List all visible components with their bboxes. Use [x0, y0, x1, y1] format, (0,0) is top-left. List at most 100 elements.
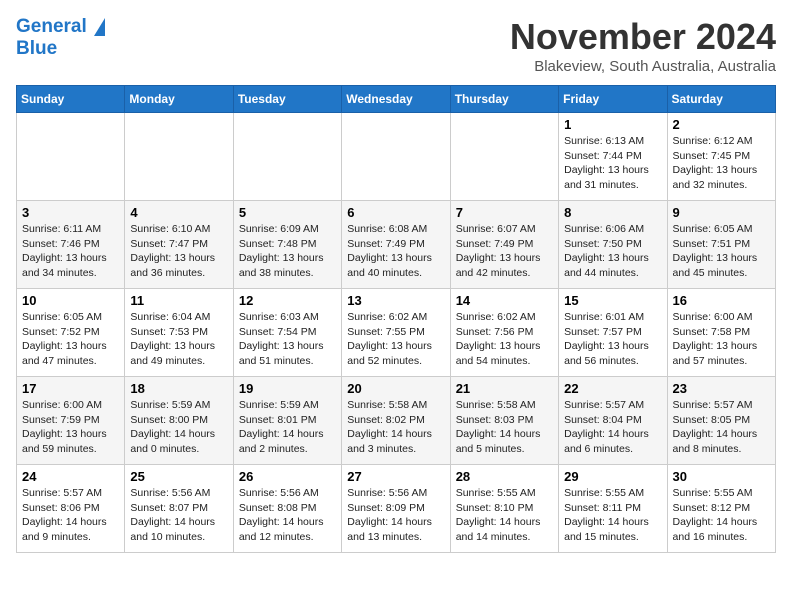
day-info: Sunrise: 5:58 AMSunset: 8:03 PMDaylight:… [456, 398, 553, 457]
day-number: 24 [22, 469, 119, 484]
calendar-cell: 11Sunrise: 6:04 AMSunset: 7:53 PMDayligh… [125, 289, 233, 377]
calendar-cell: 19Sunrise: 5:59 AMSunset: 8:01 PMDayligh… [233, 377, 341, 465]
calendar-cell: 28 Sunrise: 5:55 AMSunset: 8:10 PMDayligh… [450, 465, 558, 553]
day-info: Sunrise: 6:12 AMSunset: 7:45 PMDaylight:… [673, 134, 770, 193]
col-header-tuesday: Tuesday [233, 86, 341, 113]
calendar-cell: 30 Sunrise: 5:55 AMSunset: 8:12 PMDayligh… [667, 465, 775, 553]
day-info: Sunrise: 6:02 AMSunset: 7:55 PMDaylight:… [347, 310, 444, 369]
calendar-cell: 15 Sunrise: 6:01 AMSunset: 7:57 PMDayligh… [559, 289, 667, 377]
col-header-saturday: Saturday [667, 86, 775, 113]
calendar-cell: 6 Sunrise: 6:08 AMSunset: 7:49 PMDaylight… [342, 201, 450, 289]
calendar-cell [233, 113, 341, 201]
logo-text-blue: Blue [16, 38, 105, 60]
col-header-sunday: Sunday [17, 86, 125, 113]
day-info: Sunrise: 6:04 AMSunset: 7:53 PMDaylight:… [130, 310, 227, 369]
day-number: 27 [347, 469, 444, 484]
day-info: Sunrise: 5:58 AMSunset: 8:02 PMDaylight:… [347, 398, 444, 457]
col-header-thursday: Thursday [450, 86, 558, 113]
month-title: November 2024 [510, 16, 776, 58]
calendar-cell [342, 113, 450, 201]
day-info: Sunrise: 6:13 AMSunset: 7:44 PMDaylight:… [564, 134, 661, 193]
day-number: 25 [130, 469, 227, 484]
title-block: November 2024 Blakeview, South Australia… [510, 16, 776, 75]
col-header-monday: Monday [125, 86, 233, 113]
calendar-cell: 27 Sunrise: 5:56 AMSunset: 8:09 PMDayligh… [342, 465, 450, 553]
calendar-cell: 4Sunrise: 6:10 AMSunset: 7:47 PMDaylight… [125, 201, 233, 289]
logo-text-general: General [16, 16, 87, 37]
day-info: Sunrise: 5:55 AMSunset: 8:12 PMDaylight:… [673, 486, 770, 545]
day-info: Sunrise: 6:01 AMSunset: 7:57 PMDaylight:… [564, 310, 661, 369]
calendar-week-row: 17Sunrise: 6:00 AMSunset: 7:59 PMDayligh… [17, 377, 776, 465]
calendar-table: SundayMondayTuesdayWednesdayThursdayFrid… [16, 85, 776, 553]
day-info: Sunrise: 5:57 AMSunset: 8:04 PMDaylight:… [564, 398, 661, 457]
calendar-cell: 20 Sunrise: 5:58 AMSunset: 8:02 PMDayligh… [342, 377, 450, 465]
day-number: 13 [347, 293, 444, 308]
col-header-wednesday: Wednesday [342, 86, 450, 113]
calendar-cell: 17Sunrise: 6:00 AMSunset: 7:59 PMDayligh… [17, 377, 125, 465]
calendar-week-row: 10 Sunrise: 6:05 AMSunset: 7:52 PMDayligh… [17, 289, 776, 377]
calendar-cell: 12Sunrise: 6:03 AMSunset: 7:54 PMDayligh… [233, 289, 341, 377]
day-info: Sunrise: 5:56 AMSunset: 8:07 PMDaylight:… [130, 486, 227, 545]
day-number: 6 [347, 205, 444, 220]
calendar-cell: 5Sunrise: 6:09 AMSunset: 7:48 PMDaylight… [233, 201, 341, 289]
calendar-cell: 10 Sunrise: 6:05 AMSunset: 7:52 PMDayligh… [17, 289, 125, 377]
calendar-cell: 9 Sunrise: 6:05 AMSunset: 7:51 PMDaylight… [667, 201, 775, 289]
day-number: 22 [564, 381, 661, 396]
page-header: General Blue November 2024 Blakeview, So… [16, 16, 776, 75]
day-info: Sunrise: 6:06 AMSunset: 7:50 PMDaylight:… [564, 222, 661, 281]
day-number: 10 [22, 293, 119, 308]
day-number: 17 [22, 381, 119, 396]
calendar-cell: 24 Sunrise: 5:57 AMSunset: 8:06 PMDayligh… [17, 465, 125, 553]
day-info: Sunrise: 6:08 AMSunset: 7:49 PMDaylight:… [347, 222, 444, 281]
logo: General Blue [16, 16, 105, 60]
day-info: Sunrise: 6:05 AMSunset: 7:51 PMDaylight:… [673, 222, 770, 281]
day-number: 21 [456, 381, 553, 396]
day-number: 16 [673, 293, 770, 308]
calendar-cell: 7Sunrise: 6:07 AMSunset: 7:49 PMDaylight… [450, 201, 558, 289]
logo-triangle-icon [94, 18, 105, 36]
calendar-cell: 3Sunrise: 6:11 AMSunset: 7:46 PMDaylight… [17, 201, 125, 289]
day-number: 9 [673, 205, 770, 220]
day-info: Sunrise: 5:57 AMSunset: 8:05 PMDaylight:… [673, 398, 770, 457]
calendar-week-row: 3Sunrise: 6:11 AMSunset: 7:46 PMDaylight… [17, 201, 776, 289]
day-info: Sunrise: 6:10 AMSunset: 7:47 PMDaylight:… [130, 222, 227, 281]
day-number: 14 [456, 293, 553, 308]
calendar-cell: 23 Sunrise: 5:57 AMSunset: 8:05 PMDayligh… [667, 377, 775, 465]
day-info: Sunrise: 6:00 AMSunset: 7:58 PMDaylight:… [673, 310, 770, 369]
day-number: 23 [673, 381, 770, 396]
calendar-cell: 18Sunrise: 5:59 AMSunset: 8:00 PMDayligh… [125, 377, 233, 465]
day-info: Sunrise: 6:11 AMSunset: 7:46 PMDaylight:… [22, 222, 119, 281]
day-info: Sunrise: 5:59 AMSunset: 8:00 PMDaylight:… [130, 398, 227, 457]
calendar-cell: 21 Sunrise: 5:58 AMSunset: 8:03 PMDayligh… [450, 377, 558, 465]
calendar-cell [450, 113, 558, 201]
day-number: 30 [673, 469, 770, 484]
day-number: 28 [456, 469, 553, 484]
calendar-cell: 2 Sunrise: 6:12 AMSunset: 7:45 PMDaylight… [667, 113, 775, 201]
day-info: Sunrise: 5:55 AMSunset: 8:10 PMDaylight:… [456, 486, 553, 545]
calendar-cell: 25 Sunrise: 5:56 AMSunset: 8:07 PMDayligh… [125, 465, 233, 553]
calendar-cell: 16 Sunrise: 6:00 AMSunset: 7:58 PMDayligh… [667, 289, 775, 377]
day-number: 8 [564, 205, 661, 220]
day-info: Sunrise: 6:02 AMSunset: 7:56 PMDaylight:… [456, 310, 553, 369]
calendar-header-row: SundayMondayTuesdayWednesdayThursdayFrid… [17, 86, 776, 113]
calendar-cell [125, 113, 233, 201]
calendar-cell: 26Sunrise: 5:56 AMSunset: 8:08 PMDayligh… [233, 465, 341, 553]
col-header-friday: Friday [559, 86, 667, 113]
day-info: Sunrise: 5:57 AMSunset: 8:06 PMDaylight:… [22, 486, 119, 545]
day-number: 2 [673, 117, 770, 132]
day-info: Sunrise: 5:56 AMSunset: 8:09 PMDaylight:… [347, 486, 444, 545]
day-info: Sunrise: 6:07 AMSunset: 7:49 PMDaylight:… [456, 222, 553, 281]
day-info: Sunrise: 5:59 AMSunset: 8:01 PMDaylight:… [239, 398, 336, 457]
calendar-cell: 14 Sunrise: 6:02 AMSunset: 7:56 PMDayligh… [450, 289, 558, 377]
calendar-cell: 22 Sunrise: 5:57 AMSunset: 8:04 PMDayligh… [559, 377, 667, 465]
day-number: 26 [239, 469, 336, 484]
day-info: Sunrise: 6:03 AMSunset: 7:54 PMDaylight:… [239, 310, 336, 369]
calendar-week-row: 1Sunrise: 6:13 AMSunset: 7:44 PMDaylight… [17, 113, 776, 201]
day-number: 20 [347, 381, 444, 396]
day-info: Sunrise: 6:05 AMSunset: 7:52 PMDaylight:… [22, 310, 119, 369]
calendar-cell: 13 Sunrise: 6:02 AMSunset: 7:55 PMDayligh… [342, 289, 450, 377]
day-number: 15 [564, 293, 661, 308]
calendar-cell: 8 Sunrise: 6:06 AMSunset: 7:50 PMDaylight… [559, 201, 667, 289]
calendar-week-row: 24 Sunrise: 5:57 AMSunset: 8:06 PMDayligh… [17, 465, 776, 553]
day-number: 5 [239, 205, 336, 220]
